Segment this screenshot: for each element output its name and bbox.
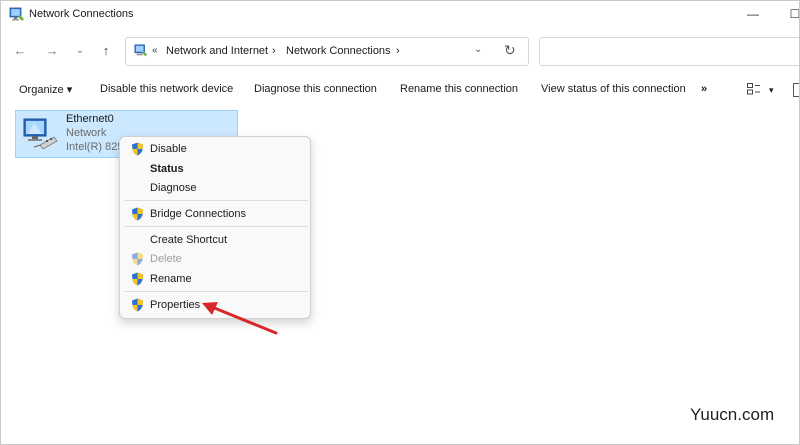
address-dropdown-button[interactable]: ⌄ <box>474 44 482 55</box>
menu-item-disable[interactable]: Disable <box>124 139 308 159</box>
connection-adapter: Intel(R) 825 <box>66 141 124 153</box>
menu-item-diagnose[interactable]: Diagnose <box>124 178 308 198</box>
menu-item-rename[interactable]: Rename <box>124 269 308 289</box>
organize-button[interactable]: Organize ▾ <box>19 83 72 96</box>
uac-shield-icon <box>132 272 143 286</box>
rename-connection-button[interactable]: Rename this connection <box>400 83 518 95</box>
search-input[interactable] <box>539 37 799 66</box>
menu-item-label: Delete <box>150 253 182 265</box>
menu-item-bridge-connections[interactable]: Bridge Connections <box>124 204 308 224</box>
red-annotation-arrow-icon <box>202 302 278 335</box>
minimize-button[interactable]: — <box>743 5 763 23</box>
navigation-bar: ← → ⌄ ↑ « Network and Internet › Network… <box>1 33 799 69</box>
breadcrumb-overflow-button[interactable]: « <box>152 45 158 56</box>
menu-item-delete: Delete <box>124 249 308 269</box>
command-bar: Organize ▾ Disable this network device D… <box>1 77 799 103</box>
preview-pane-button[interactable] <box>793 83 799 97</box>
breadcrumb-network-connections[interactable]: Network Connections <box>286 45 391 57</box>
menu-item-label: Disable <box>150 143 187 155</box>
menu-separator <box>124 200 308 201</box>
view-status-button[interactable]: View status of this connection <box>541 83 686 95</box>
menu-separator <box>124 226 308 227</box>
network-connections-icon <box>9 7 24 21</box>
connection-status: Network <box>66 127 107 139</box>
more-commands-button[interactable]: » <box>701 83 707 95</box>
menu-item-label: Properties <box>150 299 201 311</box>
forward-button[interactable]: → <box>43 42 61 60</box>
title-bar: Network Connections — ☐ <box>1 1 799 29</box>
menu-item-label: Rename <box>150 273 192 285</box>
connection-name: Ethernet0 <box>66 113 114 125</box>
view-options-dropdown[interactable]: ▾ <box>769 85 774 96</box>
menu-item-label: Diagnose <box>150 182 197 194</box>
uac-shield-icon <box>132 207 143 221</box>
menu-item-label: Bridge Connections <box>150 208 247 220</box>
menu-item-status[interactable]: Status <box>124 159 308 179</box>
change-view-icon[interactable] <box>747 83 761 95</box>
address-bar[interactable]: « Network and Internet › Network Connect… <box>125 37 529 66</box>
menu-item-create-shortcut[interactable]: Create Shortcut <box>124 230 308 250</box>
window-title: Network Connections <box>29 8 134 20</box>
menu-item-label: Create Shortcut <box>150 234 228 246</box>
watermark: Yuucn.com <box>690 405 775 424</box>
breadcrumb-separator[interactable]: › <box>272 45 276 57</box>
back-button[interactable]: ← <box>11 42 29 60</box>
uac-shield-icon <box>132 142 143 156</box>
recent-locations-button[interactable]: ⌄ <box>71 42 89 60</box>
ethernet-adapter-icon <box>23 118 58 150</box>
up-button[interactable]: ↑ <box>97 42 115 60</box>
uac-shield-icon <box>132 298 143 312</box>
context-menu: Disable Status Diagnose Bridge Connectio… <box>119 136 311 319</box>
menu-separator <box>124 291 308 292</box>
disable-device-button[interactable]: Disable this network device <box>100 83 233 95</box>
network-connections-window: Network Connections — ☐ ← → ⌄ ↑ « Networ… <box>0 0 800 445</box>
breadcrumb-network-and-internet[interactable]: Network and Internet <box>166 45 268 57</box>
uac-shield-icon <box>132 252 143 266</box>
refresh-button[interactable]: ↻ <box>504 42 516 59</box>
maximize-button[interactable]: ☐ <box>785 5 799 23</box>
diagnose-connection-button[interactable]: Diagnose this connection <box>254 83 377 95</box>
control-panel-icon <box>134 44 148 57</box>
menu-item-label: Status <box>150 163 184 175</box>
breadcrumb-separator[interactable]: › <box>396 45 400 57</box>
